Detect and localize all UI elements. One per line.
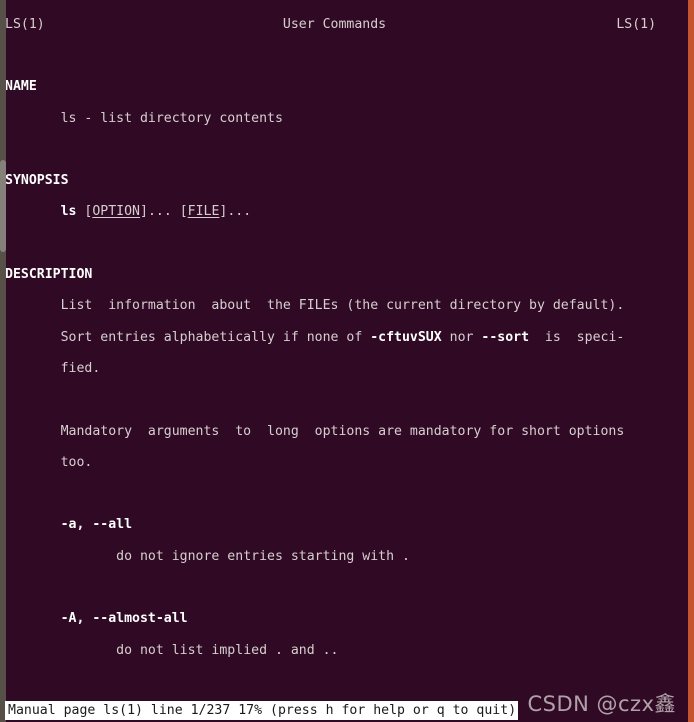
option-flags-almost-all: -A, --almost-all: [60, 611, 188, 627]
scrollbar-thumb[interactable]: [0, 160, 6, 252]
man-header-spacer-left: [45, 17, 283, 32]
sort-flags-emphasis: -cftuvSUX: [370, 329, 442, 345]
man-pager-viewport[interactable]: LS(1) User Commands LS(1) NAME ls - list…: [0, 0, 694, 722]
sort-option-emphasis: --sort: [481, 329, 530, 345]
synopsis-line: ls [OPTION]... [FILE]...: [60, 204, 252, 220]
option-entry-all: -a, --all: [5, 517, 694, 533]
option-description-all: do not ignore entries starting with .: [116, 548, 410, 564]
section-heading-name: NAME: [5, 79, 37, 95]
name-summary-line: ls - list directory contents: [5, 110, 283, 126]
man-header-left: LS(1): [5, 16, 45, 32]
option-description-almost-all: do not list implied . and ..: [116, 642, 339, 658]
description-line: Mandatory arguments to long options are …: [5, 423, 625, 439]
man-header-spacer-right: [386, 17, 616, 32]
description-line: fied.: [5, 360, 101, 376]
man-page-content: LS(1) User Commands LS(1) NAME ls - list…: [5, 1, 694, 722]
window-right-border: [688, 0, 694, 722]
man-header-right: LS(1): [616, 16, 657, 32]
description-line: Sort entries alphabetically if none of -…: [5, 329, 625, 345]
synopsis-command: ls: [60, 204, 77, 220]
section-heading-synopsis: SYNOPSIS: [5, 173, 69, 189]
option-entry-almost-all: -A, --almost-all: [5, 611, 694, 627]
synopsis-file-token: FILE: [187, 204, 220, 220]
section-heading-description: DESCRIPTION: [5, 267, 93, 283]
option-flags-all: -a, --all: [60, 517, 133, 533]
terminal-window: LS(1) User Commands LS(1) NAME ls - list…: [0, 0, 694, 722]
synopsis-option-token: OPTION: [92, 204, 140, 220]
man-header-center: User Commands: [282, 16, 387, 32]
description-line: List information about the FILEs (the cu…: [5, 298, 625, 314]
man-header-line: LS(1) User Commands LS(1): [5, 17, 694, 33]
description-line: too.: [5, 454, 93, 470]
scrollbar[interactable]: [0, 0, 6, 722]
pager-status-bar[interactable]: Manual page ls(1) line 1/237 17% (press …: [5, 701, 519, 720]
